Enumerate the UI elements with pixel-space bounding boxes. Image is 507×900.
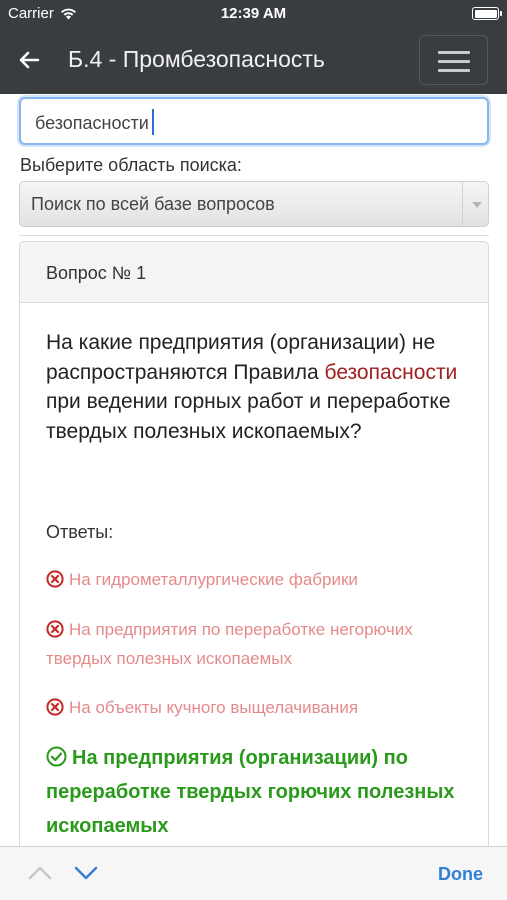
correct-answer-icon — [46, 746, 67, 767]
status-bar: Carrier 12:39 AM — [0, 0, 507, 28]
search-scope-select[interactable]: Поиск по всей базе вопросов — [19, 181, 489, 227]
answer-item-wrong: На объекты кучного выщелачивания — [46, 693, 466, 722]
answer-text: На предприятия по переработке негорючих … — [46, 620, 413, 668]
question-text: На какие предприятия (организации) не ра… — [46, 331, 458, 443]
question-card: Вопрос № 1 На какие предприятия (организ… — [19, 241, 489, 881]
dropdown-arrow-icon — [462, 182, 488, 226]
nav-bar: Б.4 - Промбезопасность — [0, 28, 507, 94]
answer-item-correct: На предприятия (организации) по перерабо… — [46, 741, 466, 843]
search-input[interactable]: безопасности — [19, 97, 489, 145]
wrong-answer-icon — [46, 698, 64, 716]
search-highlight: безопасности — [324, 360, 458, 384]
answer-item-wrong: На предприятия по переработке негорючих … — [46, 615, 466, 673]
answer-text: На объекты кучного выщелачивания — [69, 698, 359, 717]
answer-text: На предприятия (организации) по перерабо… — [46, 747, 455, 837]
text-cursor — [151, 109, 154, 135]
battery-icon — [472, 7, 502, 20]
chevron-up-icon — [28, 866, 52, 880]
chevron-down-icon[interactable] — [73, 864, 99, 882]
answer-text: На гидрометаллургические фабрики — [69, 570, 358, 589]
menu-button[interactable] — [419, 35, 488, 85]
back-arrow-icon[interactable] — [18, 49, 40, 71]
divider — [19, 235, 489, 236]
page-title: Б.4 - Промбезопасность — [68, 46, 325, 72]
search-scope-value: Поиск по всей базе вопросов — [31, 194, 275, 214]
answers-label: Ответы: — [46, 522, 114, 542]
clock: 12:39 AM — [220, 5, 287, 22]
keyboard-toolbar: Done — [0, 846, 507, 900]
search-scope-label: Выберите область поиска: — [20, 155, 242, 175]
wrong-answer-icon — [46, 570, 64, 588]
wrong-answer-icon — [46, 620, 64, 638]
question-number: Вопрос № 1 — [20, 242, 488, 303]
done-button[interactable]: Done — [438, 864, 483, 885]
search-input-value: безопасности — [35, 113, 149, 133]
answer-item-wrong: На гидрометаллургические фабрики — [46, 565, 466, 594]
